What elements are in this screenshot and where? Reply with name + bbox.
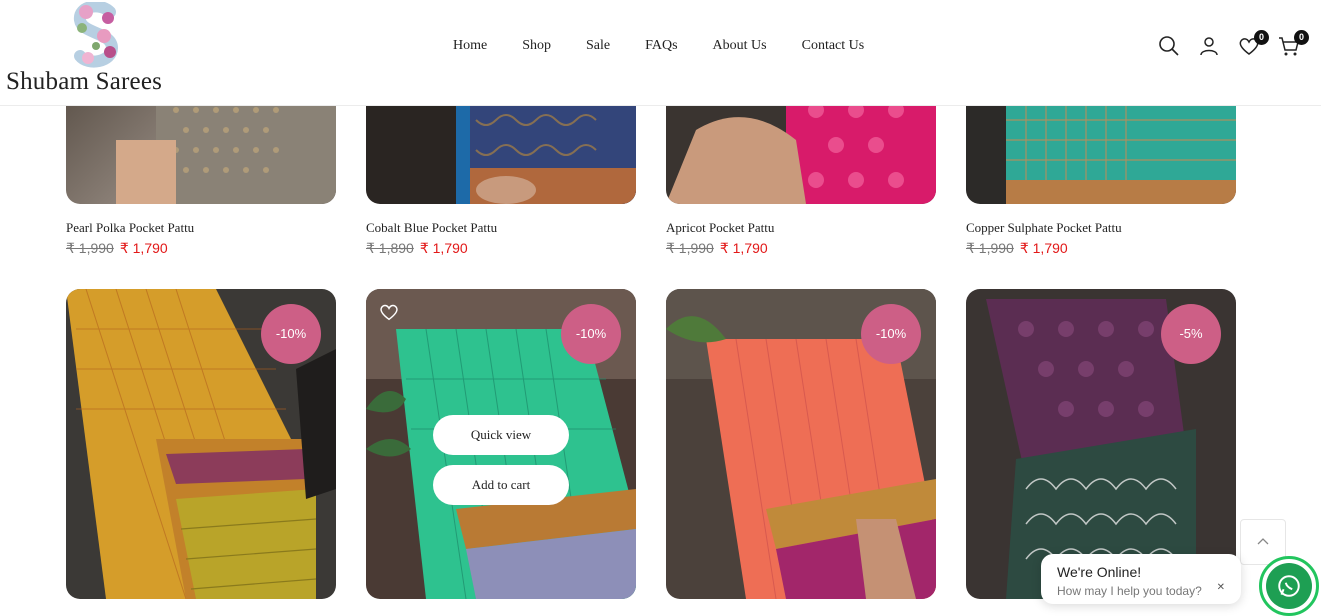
nav-contact-us[interactable]: Contact Us [802, 38, 865, 54]
product-price: ₹ 1,990 ₹ 1,790 [66, 240, 168, 257]
nav-faqs[interactable]: FAQs [645, 38, 677, 54]
nav-home[interactable]: Home [453, 38, 487, 54]
brand-name: Shubam Sarees [6, 68, 163, 95]
discount-badge: -10% [861, 304, 921, 364]
cart-count-badge: 0 [1294, 30, 1309, 45]
sale-price: ₹ 1,790 [419, 240, 468, 256]
floral-s-logo-icon [74, 2, 119, 68]
chat-subtitle: How may I help you today? [1057, 584, 1202, 598]
chevron-up-icon [1257, 538, 1269, 545]
product-title[interactable]: Apricot Pocket Pattu [666, 220, 774, 236]
nav-about-us[interactable]: About Us [713, 38, 767, 54]
whatsapp-icon [1266, 563, 1312, 609]
product-title[interactable]: Pearl Polka Pocket Pattu [66, 220, 194, 236]
site-header: Shubam Sarees Home Shop Sale FAQs About … [0, 0, 1321, 106]
product-title[interactable]: Copper Sulphate Pocket Pattu [966, 220, 1122, 236]
nav-shop[interactable]: Shop [522, 38, 551, 54]
product-image[interactable]: -5% [966, 289, 1236, 599]
wishlist-button[interactable]: 0 [1237, 30, 1269, 58]
add-to-wishlist-button[interactable] [378, 301, 400, 323]
nav-sale[interactable]: Sale [586, 38, 610, 54]
header-actions: 0 0 [1157, 30, 1309, 58]
discount-badge: -10% [561, 304, 621, 364]
chat-popup[interactable]: We're Online! How may I help you today? … [1041, 554, 1241, 604]
original-price: ₹ 1,890 [366, 240, 414, 256]
product-image[interactable]: -10% Quick view Add to cart [366, 289, 636, 599]
add-to-cart-button[interactable]: Add to cart [433, 465, 569, 505]
main-nav: Home Shop Sale FAQs About Us Contact Us [453, 38, 899, 54]
product-image[interactable]: -10% [666, 289, 936, 599]
whatsapp-button[interactable] [1259, 556, 1319, 616]
wishlist-count-badge: 0 [1254, 30, 1269, 45]
discount-badge: -10% [261, 304, 321, 364]
original-price: ₹ 1,990 [666, 240, 714, 256]
discount-badge: -5% [1161, 304, 1221, 364]
sale-price: ₹ 1,790 [119, 240, 168, 256]
product-price: ₹ 1,890 ₹ 1,790 [366, 240, 468, 257]
chat-close-icon[interactable]: ✕ [1217, 582, 1225, 593]
cart-button[interactable]: 0 [1277, 30, 1309, 58]
search-icon[interactable] [1157, 34, 1181, 58]
original-price: ₹ 1,990 [966, 240, 1014, 256]
heart-icon [380, 304, 398, 321]
product-price: ₹ 1,990 ₹ 1,790 [666, 240, 768, 257]
sale-price: ₹ 1,790 [1019, 240, 1068, 256]
user-icon[interactable] [1197, 34, 1221, 58]
quick-view-button[interactable]: Quick view [433, 415, 569, 455]
chat-title: We're Online! [1057, 564, 1142, 580]
sale-price: ₹ 1,790 [719, 240, 768, 256]
site-logo[interactable]: Shubam Sarees [6, 2, 186, 102]
product-price: ₹ 1,990 ₹ 1,790 [966, 240, 1068, 257]
product-image[interactable]: -10% [66, 289, 336, 599]
original-price: ₹ 1,990 [66, 240, 114, 256]
product-title[interactable]: Cobalt Blue Pocket Pattu [366, 220, 497, 236]
